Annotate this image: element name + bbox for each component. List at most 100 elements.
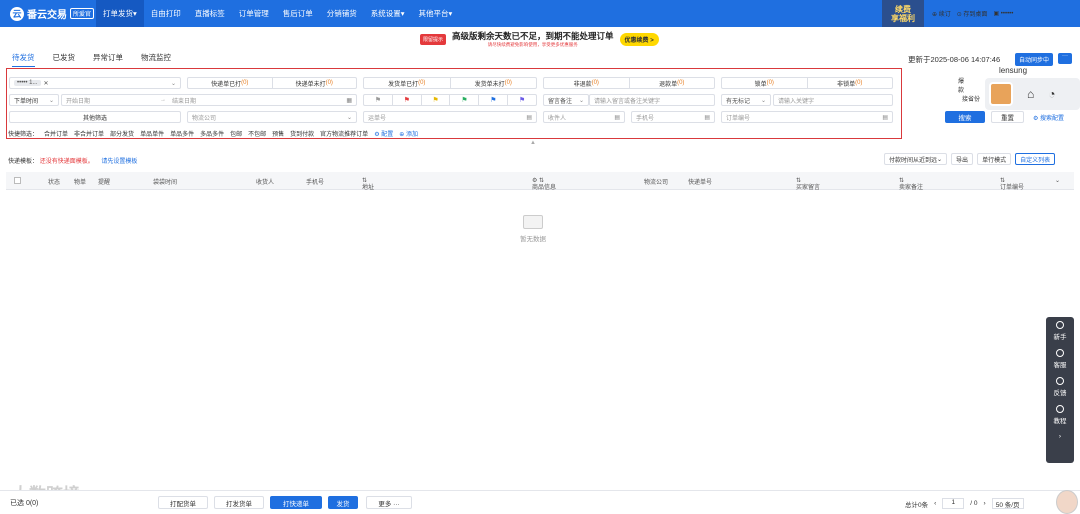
ship-button[interactable]: 发货	[328, 496, 358, 509]
col-goods[interactable]: 商品信息 ⚙ ⇅	[532, 177, 556, 191]
quick-filter-partial[interactable]: 部分发货	[110, 129, 134, 138]
list-icon[interactable]: ▤	[704, 114, 710, 121]
page-size-select[interactable]: 50 条/页	[991, 498, 1024, 509]
hot-item-filter[interactable]: 爆款	[958, 76, 964, 94]
col-address[interactable]: 地址 ⇅	[362, 177, 374, 191]
logistics-select[interactable]: 物流公司 ⌄	[187, 111, 357, 123]
order-time-select[interactable]: 下单时间 ⌄	[9, 94, 59, 106]
tab-pending[interactable]: 待发货	[12, 52, 35, 67]
assistant-avatar[interactable]	[1056, 490, 1078, 514]
search-button[interactable]: 搜索	[945, 111, 985, 123]
more-button[interactable]: 更多 ···	[366, 496, 412, 509]
province-filter[interactable]: 接省份	[962, 94, 980, 103]
close-icon[interactable]: ✕	[44, 80, 49, 87]
quick-filter-unmerged[interactable]: 非合并订单	[74, 129, 104, 138]
quick-filter-official[interactable]: 官方物流推荐订单	[320, 129, 368, 138]
mark-keyword-input[interactable]: 请输入关键字	[773, 94, 893, 106]
tab-shipped[interactable]: 已发货	[53, 52, 76, 67]
nav-item-print-ship[interactable]: 打单发货 ▾	[96, 0, 144, 27]
side-tutorial[interactable]: 教程	[1054, 405, 1067, 425]
nav-item-free-print[interactable]: 自由打印	[144, 0, 188, 27]
list-icon[interactable]: ▤	[526, 114, 532, 121]
account-menu[interactable]: ▣ ••••••	[993, 10, 1013, 17]
ship-printed-option[interactable]: 发货单已打 (0)	[364, 78, 451, 88]
col-buyer-msg[interactable]: 买家留言 ⇅	[796, 177, 820, 191]
refund-option[interactable]: 退款单 (0)	[630, 78, 715, 88]
non-refund-option[interactable]: 非退款 (0)	[544, 78, 630, 88]
prev-page-icon[interactable]: ‹	[934, 500, 936, 507]
save-desktop-link[interactable]: ⊙ 存到桌面	[957, 9, 988, 18]
flag-yellow[interactable]: ⚑	[422, 95, 451, 105]
print-express-button[interactable]: 打快递单	[270, 496, 322, 509]
list-icon[interactable]: ▤	[614, 114, 620, 121]
reset-button[interactable]: 重置	[991, 111, 1024, 123]
express-unprinted-option[interactable]: 快递单未打 (0)	[273, 78, 357, 88]
renew-link[interactable]: ⊕ 续订	[932, 9, 951, 18]
renew-discount-button[interactable]: 优惠续费 >	[619, 32, 659, 46]
express-printed-option[interactable]: 快递单已打 (0)	[188, 78, 273, 88]
quick-filter-single-single[interactable]: 单品单件	[140, 129, 164, 138]
flag-green[interactable]: ⚑	[450, 95, 480, 105]
flag-purple[interactable]: ⚑	[508, 95, 536, 105]
set-template-link[interactable]: 请先设置模板	[101, 159, 137, 165]
nav-item-settings[interactable]: 系统设置 ▾	[364, 0, 412, 27]
custom-columns-button[interactable]: 自定义列表	[1015, 153, 1056, 165]
waybill-input[interactable]: 运单号 ▤	[363, 111, 537, 123]
date-range-picker[interactable]: 开始日期 → 结束日期 ▦	[61, 94, 357, 106]
quick-filter-presale[interactable]: 预售	[272, 129, 284, 138]
lock-option[interactable]: 锁单 (0)	[722, 78, 808, 88]
quick-filter-not-free[interactable]: 不包邮	[248, 129, 266, 138]
next-page-icon[interactable]: ›	[984, 500, 986, 507]
mark-select[interactable]: 有无标记 ⌄	[721, 94, 771, 106]
quick-filter-multi-multi[interactable]: 多品多件	[200, 129, 224, 138]
side-feedback[interactable]: 反馈	[1054, 377, 1067, 397]
ship-unprinted-option[interactable]: 发货单未打 (0)	[451, 78, 537, 88]
quick-filter-add[interactable]: ⊕ 添加	[399, 129, 418, 138]
nav-item-order-manage[interactable]: 订单管理	[232, 0, 276, 27]
print-ship-list-button[interactable]: 打发货单	[214, 496, 264, 509]
col-seller-remark[interactable]: 卖家备注 ⇅	[899, 177, 923, 191]
ship-print-filter: 发货单已打 (0) 发货单未打 (0)	[363, 77, 537, 89]
remark-type-select[interactable]: 留言备注 ⌄	[543, 94, 589, 106]
chat-icon[interactable]: ◔	[1048, 87, 1055, 101]
flag-blue[interactable]: ⚑	[479, 95, 509, 105]
collapse-toggle-icon[interactable]: ▲	[530, 140, 536, 146]
quick-filter-cod[interactable]: 货到付款	[290, 129, 314, 138]
quick-filter-config[interactable]: ⚙ 配置	[374, 129, 393, 138]
nav-item-after-sale[interactable]: 售后订单	[276, 0, 320, 27]
renew-promo[interactable]: 续费 享福利	[882, 0, 924, 27]
shop-select[interactable]: ••••• 1... ✕ ⌄	[9, 77, 181, 89]
search-config-link[interactable]: ⚙ 搜索配置	[1033, 113, 1064, 122]
side-newbie[interactable]: 新手	[1054, 321, 1067, 341]
nav-item-other-platforms[interactable]: 其他平台 ▾	[412, 0, 460, 27]
export-button[interactable]: 导出	[951, 153, 974, 165]
sort-select[interactable]: 付款时间从近到远 ⌄	[884, 153, 948, 165]
flag-red[interactable]: ⚑	[393, 95, 422, 105]
phone-input[interactable]: 手机号 ▤	[631, 111, 715, 123]
side-service[interactable]: 客服	[1054, 349, 1067, 369]
tab-logistics[interactable]: 物流监控	[141, 52, 171, 67]
quick-filter-free-shipping[interactable]: 包邮	[230, 129, 242, 138]
list-icon[interactable]: ▤	[882, 114, 888, 121]
nav-item-distribution[interactable]: 分销铺货	[320, 0, 364, 27]
home-icon[interactable]: ⌂	[1027, 87, 1034, 101]
logo[interactable]: 云 番云交易 所爱官	[0, 6, 96, 21]
remark-keyword-input[interactable]: 请输入留言或备注关键字	[589, 94, 715, 106]
select-all-checkbox[interactable]	[14, 177, 21, 184]
avatar[interactable]	[989, 82, 1013, 106]
print-pick-list-button[interactable]: 打配货单	[158, 496, 208, 509]
col-order-no[interactable]: 订单编号 ⇅	[1000, 177, 1024, 191]
quick-filter-single-multi[interactable]: 单品多件	[170, 129, 194, 138]
unlock-option[interactable]: 非锁单 (0)	[808, 78, 893, 88]
chevron-down-icon[interactable]: ⌄	[1055, 177, 1060, 184]
tab-abnormal[interactable]: 异常订单	[93, 52, 123, 67]
single-row-mode-button[interactable]: 单行模式	[977, 153, 1012, 165]
other-filter-button[interactable]: 其他筛选	[9, 111, 181, 123]
flag-none[interactable]: ⚑	[364, 95, 393, 105]
nav-item-live-label[interactable]: 直播标签	[188, 0, 232, 27]
order-no-input[interactable]: 订单编号 ▤	[721, 111, 893, 123]
side-expand-icon[interactable]: ›	[1059, 433, 1061, 440]
quick-filter-merged[interactable]: 合并订单	[44, 129, 68, 138]
page-input[interactable]: 1	[942, 498, 965, 509]
receiver-input[interactable]: 收件人 ▤	[543, 111, 625, 123]
